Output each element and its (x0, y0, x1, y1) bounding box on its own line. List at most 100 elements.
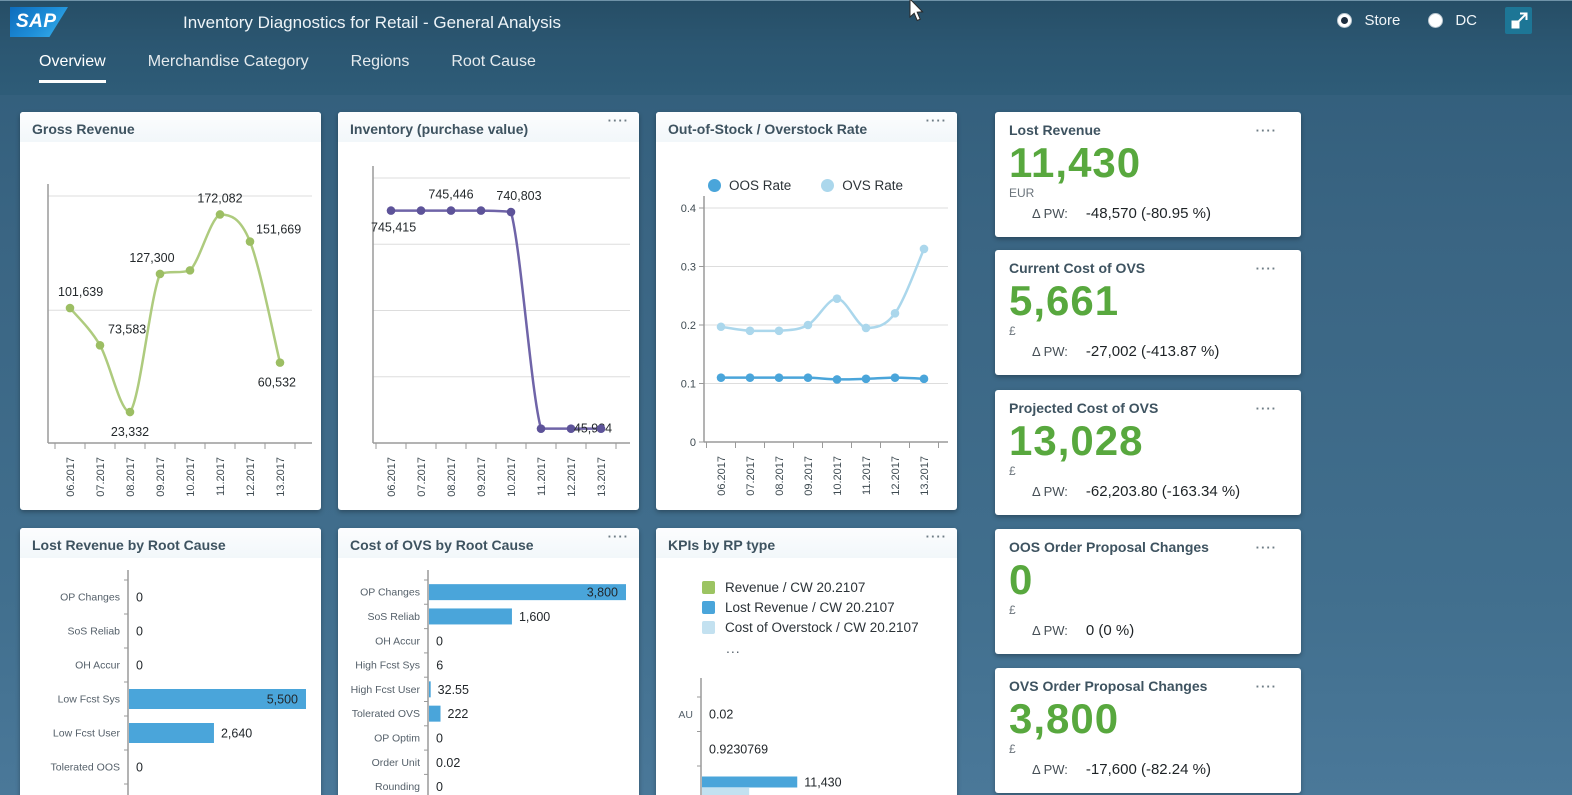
store-radio[interactable]: Store (1337, 12, 1400, 29)
delta-value: 0 (0 %) (1086, 622, 1134, 639)
kpi-unit: £ (1009, 742, 1287, 756)
delta-value: -62,203.80 (-163.34 %) (1086, 483, 1240, 500)
overflow-menu-icon[interactable]: ···· (1256, 126, 1277, 136)
svg-text:SoS Reliab: SoS Reliab (67, 626, 120, 638)
svg-text:09.2017: 09.2017 (476, 457, 488, 497)
overflow-menu-icon[interactable]: ···· (1256, 264, 1277, 274)
store-radio-label: Store (1364, 12, 1400, 29)
tab-merchandise-category[interactable]: Merchandise Category (148, 53, 309, 83)
delta-label: Δ PW: (1032, 762, 1068, 777)
kpi-value: 11,430 (1009, 141, 1287, 185)
svg-text:12.2017: 12.2017 (890, 456, 902, 496)
svg-text:127,300: 127,300 (129, 251, 174, 265)
cost-of-ovs-by-root-cause-card[interactable]: Cost of OVS by Root Cause ···· OP Change… (338, 528, 639, 795)
lost-revenue-kpi-card[interactable]: Lost Revenue ···· 11,430 EUR Δ PW: -48,5… (995, 112, 1301, 237)
kpi-unit: EUR (1009, 186, 1287, 200)
store-radio-circle[interactable] (1337, 13, 1352, 28)
overflow-menu-icon[interactable]: ···· (1256, 682, 1277, 692)
svg-text:OH Accur: OH Accur (75, 660, 120, 672)
svg-text:0.1: 0.1 (681, 379, 696, 391)
svg-text:0.4: 0.4 (681, 203, 696, 215)
sap-logo: SAP (10, 7, 68, 37)
open-in-new-window-icon (1508, 10, 1530, 32)
dc-radio-label: DC (1455, 12, 1477, 29)
overflow-menu-icon[interactable]: ···· (1256, 404, 1277, 414)
svg-text:0: 0 (136, 761, 143, 775)
top-header: SAP Inventory Diagnostics for Retail - G… (0, 0, 1572, 95)
svg-text:OH Accur: OH Accur (375, 635, 420, 647)
svg-text:13.2017: 13.2017 (596, 457, 608, 497)
oos-ovs-rate-card[interactable]: Out-of-Stock / Overstock Rate ···· OOS R… (656, 112, 957, 510)
svg-text:OP Changes: OP Changes (60, 592, 120, 604)
kpi-unit: £ (1009, 603, 1287, 617)
svg-text:Order Unit: Order Unit (372, 757, 421, 769)
kpis-by-rp-type-chart: AU0.020.923076911,430 (656, 528, 957, 795)
open-in-new-window-button[interactable] (1505, 7, 1532, 34)
svg-text:10.2017: 10.2017 (832, 456, 844, 496)
lost-revenue-by-root-cause-card[interactable]: Lost Revenue by Root Cause OP Changes0So… (20, 528, 321, 795)
svg-text:SoS Reliab: SoS Reliab (367, 611, 420, 623)
svg-text:172,082: 172,082 (197, 191, 242, 205)
delta-label: Δ PW: (1032, 623, 1068, 638)
kpis-by-rp-type-card[interactable]: KPIs by RP type ···· Revenue / CW 20.210… (656, 528, 957, 795)
oos-order-proposal-changes-kpi-card[interactable]: OOS Order Proposal Changes ···· 0 £ Δ PW… (995, 529, 1301, 654)
svg-text:745,415: 745,415 (371, 221, 416, 235)
dc-radio-circle[interactable] (1428, 13, 1443, 28)
svg-text:0: 0 (436, 780, 443, 794)
lost-revenue-by-root-cause-chart: OP Changes0SoS Reliab0OH Accur0Low Fcst … (20, 528, 321, 795)
svg-text:60,532: 60,532 (258, 376, 296, 390)
svg-text:AU: AU (678, 709, 693, 721)
svg-text:06.2017: 06.2017 (716, 456, 728, 496)
current-cost-of-ovs-kpi-card[interactable]: Current Cost of OVS ···· 5,661 £ Δ PW: -… (995, 250, 1301, 375)
svg-text:09.2017: 09.2017 (155, 457, 167, 497)
svg-text:08.2017: 08.2017 (125, 457, 137, 497)
svg-text:5,500: 5,500 (267, 693, 298, 707)
svg-text:Low Fcst Sys: Low Fcst Sys (58, 694, 120, 706)
projected-cost-of-ovs-kpi-card[interactable]: Projected Cost of OVS ···· 13,028 £ Δ PW… (995, 390, 1301, 515)
svg-text:11.2017: 11.2017 (215, 457, 227, 496)
inventory-chart: 06.201707.201708.201709.201710.201711.20… (338, 112, 639, 510)
svg-text:11,430: 11,430 (804, 776, 841, 790)
svg-text:0.2: 0.2 (681, 320, 696, 332)
ovs-order-proposal-changes-kpi-card[interactable]: OVS Order Proposal Changes ···· 3,800 £ … (995, 668, 1301, 793)
svg-text:Tolerated OOS: Tolerated OOS (51, 762, 120, 774)
kpi-value: 0 (1009, 558, 1287, 602)
svg-text:12.2017: 12.2017 (566, 457, 578, 497)
delta-label: Δ PW: (1032, 484, 1068, 499)
svg-text:0.3: 0.3 (681, 262, 696, 274)
svg-text:High Fcst User: High Fcst User (351, 684, 421, 696)
inventory-card[interactable]: Inventory (purchase value) ···· 06.20170… (338, 112, 639, 510)
svg-text:12.2017: 12.2017 (245, 457, 257, 497)
overflow-menu-icon[interactable]: ···· (1256, 543, 1277, 553)
delta-value: -17,600 (-82.24 %) (1086, 761, 1211, 778)
svg-text:0.9230769: 0.9230769 (709, 743, 768, 757)
svg-text:Low Fcst User: Low Fcst User (53, 728, 121, 740)
delta-label: Δ PW: (1032, 206, 1068, 221)
svg-text:151,669: 151,669 (256, 223, 301, 237)
svg-text:13.2017: 13.2017 (275, 457, 287, 497)
svg-text:Tolerated OVS: Tolerated OVS (352, 708, 420, 720)
delta-value: -27,002 (-413.87 %) (1086, 343, 1219, 360)
svg-text:07.2017: 07.2017 (416, 457, 428, 497)
svg-text:0: 0 (136, 625, 143, 639)
svg-text:06.2017: 06.2017 (386, 457, 398, 497)
dashboard-app: SAP Inventory Diagnostics for Retail - G… (0, 0, 1572, 795)
gross-revenue-card[interactable]: Gross Revenue 06.201707.201708.201709.20… (20, 112, 321, 510)
svg-text:10.2017: 10.2017 (506, 457, 518, 497)
svg-text:06.2017: 06.2017 (65, 457, 77, 497)
svg-text:11.2017: 11.2017 (861, 456, 873, 495)
svg-text:OP Changes: OP Changes (360, 587, 420, 599)
svg-text:Rounding: Rounding (375, 781, 420, 793)
dc-radio[interactable]: DC (1428, 12, 1477, 29)
svg-text:13.2017: 13.2017 (919, 456, 931, 496)
svg-text:0: 0 (436, 731, 443, 745)
kpi-unit: £ (1009, 464, 1287, 478)
tab-overview[interactable]: Overview (39, 53, 106, 83)
card-title: Current Cost of OVS (1009, 260, 1145, 276)
card-title: OVS Order Proposal Changes (1009, 678, 1207, 694)
page-title: Inventory Diagnostics for Retail - Gener… (183, 13, 561, 33)
svg-text:08.2017: 08.2017 (446, 457, 458, 497)
tab-root-cause[interactable]: Root Cause (451, 53, 536, 83)
tab-regions[interactable]: Regions (351, 53, 410, 83)
svg-text:101,639: 101,639 (58, 285, 103, 299)
